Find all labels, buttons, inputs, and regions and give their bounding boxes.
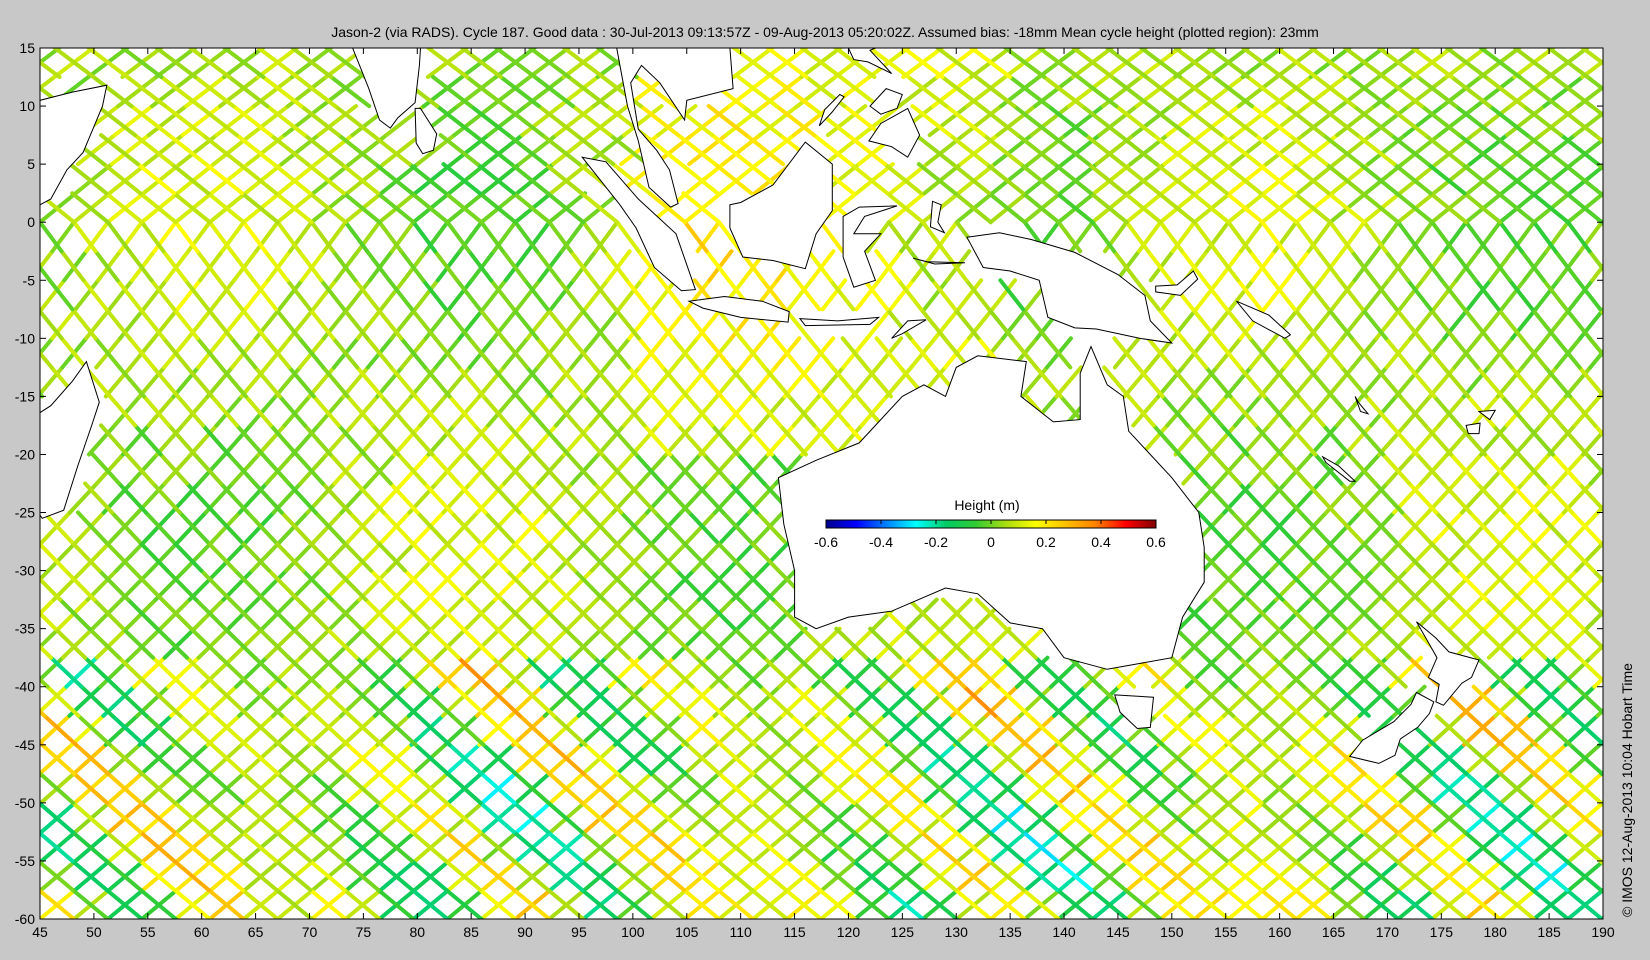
track-segment [1609,396,1634,425]
x-tick-label: 175 [1430,924,1454,940]
y-tick-label: 0 [27,214,35,230]
y-tick-label: -40 [15,679,35,695]
x-tick-label: 115 [783,924,806,940]
x-tick-label: 80 [409,924,425,940]
track-segment [1602,394,1603,399]
colorbar-tick-label: -0.2 [924,534,948,550]
x-tick-label: 95 [571,924,587,940]
x-tick-label: 130 [945,924,969,940]
y-tick-label: -45 [15,737,35,753]
x-tick-label: 65 [248,924,264,940]
track-segment [1601,306,1603,312]
x-tick-label: 150 [1160,924,1184,940]
x-tick-label: 110 [729,924,752,940]
x-tick-label: 120 [837,924,861,940]
track-segment [1601,191,1603,196]
x-tick-label: 180 [1484,924,1508,940]
track-segment [1599,218,1603,225]
x-tick-label: 85 [463,924,479,940]
altimetry-map: 45 50 55 60 65 70 75 80 85 90 95 100 105 110 115 120 125… [15,40,1650,940]
y-tick-label: -20 [15,446,35,462]
credit-text: © IMOS 12-Aug-2013 10:04 Hobart Time [1619,663,1635,917]
colorbar-tick-label: 0 [987,534,995,550]
track-segment [1598,191,1603,199]
y-tick-label: -10 [15,330,35,346]
track-segment [1606,513,1633,542]
y-tick-label: 15 [19,40,35,56]
x-tick-label: 100 [621,924,645,940]
x-tick-label: 170 [1376,924,1400,940]
track-segment [1598,307,1603,316]
x-tick-label: 50 [86,924,102,940]
y-tick-label: -55 [15,853,35,869]
x-tick-label: 140 [1052,924,1076,940]
track-segment [1609,106,1647,135]
x-tick-label: 145 [1106,924,1130,940]
track-segment [1597,539,1603,549]
y-tick-label: 10 [19,98,35,114]
y-tick-label: -50 [15,795,35,811]
colorbar-label: Height (m) [954,497,1019,513]
y-tick-label: -60 [15,911,35,927]
x-tick-label: 90 [517,924,533,940]
x-tick-label: 125 [891,924,915,940]
track-segment [1610,542,1638,571]
x-tick-label: 155 [1214,924,1238,940]
track-segment [1614,367,1639,396]
track-segment [1606,135,1643,164]
coastline [1465,422,1481,435]
x-tick-label: 190 [1591,924,1615,940]
x-tick-label: 160 [1268,924,1292,940]
track-segment [1602,540,1603,543]
x-tick-label: 60 [194,924,210,940]
y-tick-label: -35 [15,621,35,637]
colorbar-tick-label: 0.4 [1091,534,1111,550]
colorbar-tick-label: -0.4 [869,534,893,550]
track-segment [1612,280,1635,309]
x-tick-label: 75 [356,924,372,940]
y-tick-label: 5 [27,156,35,172]
y-tick-label: -30 [15,563,35,579]
x-tick-label: 185 [1537,924,1561,940]
x-tick-label: 135 [998,924,1022,940]
y-tick-label: -25 [15,505,35,521]
x-tick-label: 55 [140,924,156,940]
track-segment [1599,220,1603,228]
x-tick-label: 70 [302,924,318,940]
y-tick-label: -15 [15,388,35,404]
colorbar-tick-label: -0.6 [814,534,838,550]
track-segment [1612,77,1650,106]
y-tick-label: -5 [23,272,36,288]
colorbar-tick-label: 0.2 [1036,534,1056,550]
colorbar-tick-label: 0.6 [1146,534,1166,550]
track-segment [40,162,46,170]
track-segment [1613,484,1640,513]
x-tick-label: 165 [1322,924,1346,940]
track-segment [40,191,44,198]
x-tick-label: 105 [675,924,699,940]
